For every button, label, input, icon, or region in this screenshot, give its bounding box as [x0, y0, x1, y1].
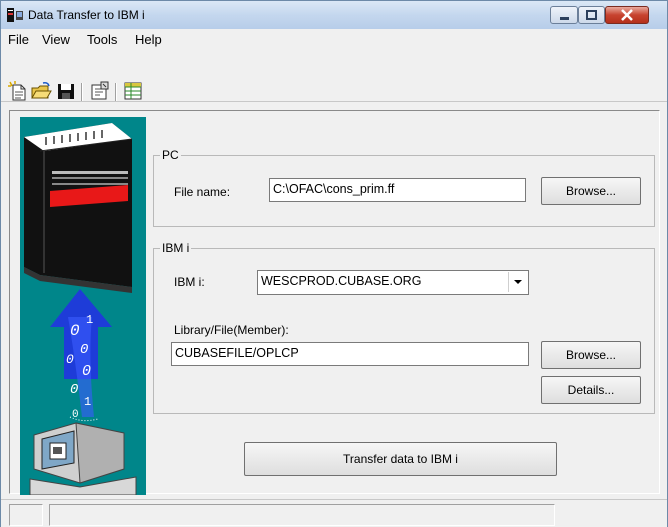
minimize-button[interactable] — [550, 6, 578, 24]
menu-bar: File View Tools Help — [1, 29, 667, 49]
chevron-down-icon — [514, 280, 522, 284]
svg-text:0: 0 — [80, 342, 88, 358]
menu-file[interactable]: File — [8, 32, 29, 47]
new-request-icon — [8, 81, 26, 101]
svg-text:0: 0 — [70, 322, 80, 340]
title-bar[interactable]: Data Transfer to IBM i — [1, 1, 667, 30]
file-name-label: File name: — [174, 185, 231, 199]
minimize-icon — [560, 17, 569, 20]
file-name-input[interactable]: C:\OFAC\cons_prim.ff — [269, 178, 526, 202]
maximize-button[interactable] — [578, 6, 605, 24]
save-disk-icon — [58, 84, 74, 99]
details-button[interactable]: Details... — [541, 376, 641, 404]
close-icon — [621, 9, 633, 21]
menu-tools[interactable]: Tools — [87, 32, 117, 47]
ibmi-system-label: IBM i: — [174, 275, 205, 289]
svg-text:0: 0 — [72, 409, 79, 421]
properties-button[interactable] — [89, 80, 111, 102]
toolbar-separator — [81, 83, 83, 101]
format-button[interactable] — [122, 80, 144, 102]
properties-icon — [91, 81, 109, 100]
status-bar — [1, 499, 667, 527]
open-button[interactable] — [30, 80, 52, 102]
format-table-icon — [124, 82, 142, 100]
ibmi-system-combobox[interactable]: WESCPROD.CUBASE.ORG — [257, 270, 529, 295]
menu-help[interactable]: Help — [135, 32, 162, 47]
ibmi-browse-button[interactable]: Browse... — [541, 341, 641, 369]
app-icon — [7, 8, 23, 22]
window-title: Data Transfer to IBM i — [28, 8, 145, 22]
status-panel-main — [49, 504, 555, 526]
new-request-button[interactable] — [7, 80, 29, 102]
svg-text:0: 0 — [82, 363, 91, 380]
transfer-data-button[interactable]: Transfer data to IBM i — [244, 442, 557, 476]
main-window: Data Transfer to IBM i File View Tools H… — [0, 0, 668, 527]
pc-browse-button[interactable]: Browse... — [541, 177, 641, 205]
svg-text:0: 0 — [70, 382, 78, 398]
toolbar-separator — [115, 83, 117, 101]
ibmi-system-value: WESCPROD.CUBASE.ORG — [261, 274, 422, 288]
toolbar — [1, 49, 667, 102]
status-panel-left — [9, 504, 43, 526]
ibmi-group-legend: IBM i — [160, 241, 192, 255]
svg-text:1: 1 — [84, 395, 91, 409]
pc-group-legend: PC — [160, 148, 181, 162]
combo-dropdown-button[interactable] — [508, 272, 527, 292]
maximize-icon — [586, 10, 597, 20]
library-file-input[interactable]: CUBASEFILE/OPLCP — [171, 342, 529, 366]
menu-view[interactable]: View — [42, 32, 70, 47]
library-file-label: Library/File(Member): — [174, 323, 289, 337]
save-button[interactable] — [55, 80, 77, 102]
close-button[interactable] — [605, 6, 649, 24]
svg-text:0: 0 — [66, 352, 74, 367]
open-folder-icon — [31, 82, 52, 99]
svg-text:1: 1 — [86, 313, 93, 327]
transfer-illustration: 0 1 0 0 0 0 1 0 — [20, 117, 146, 495]
